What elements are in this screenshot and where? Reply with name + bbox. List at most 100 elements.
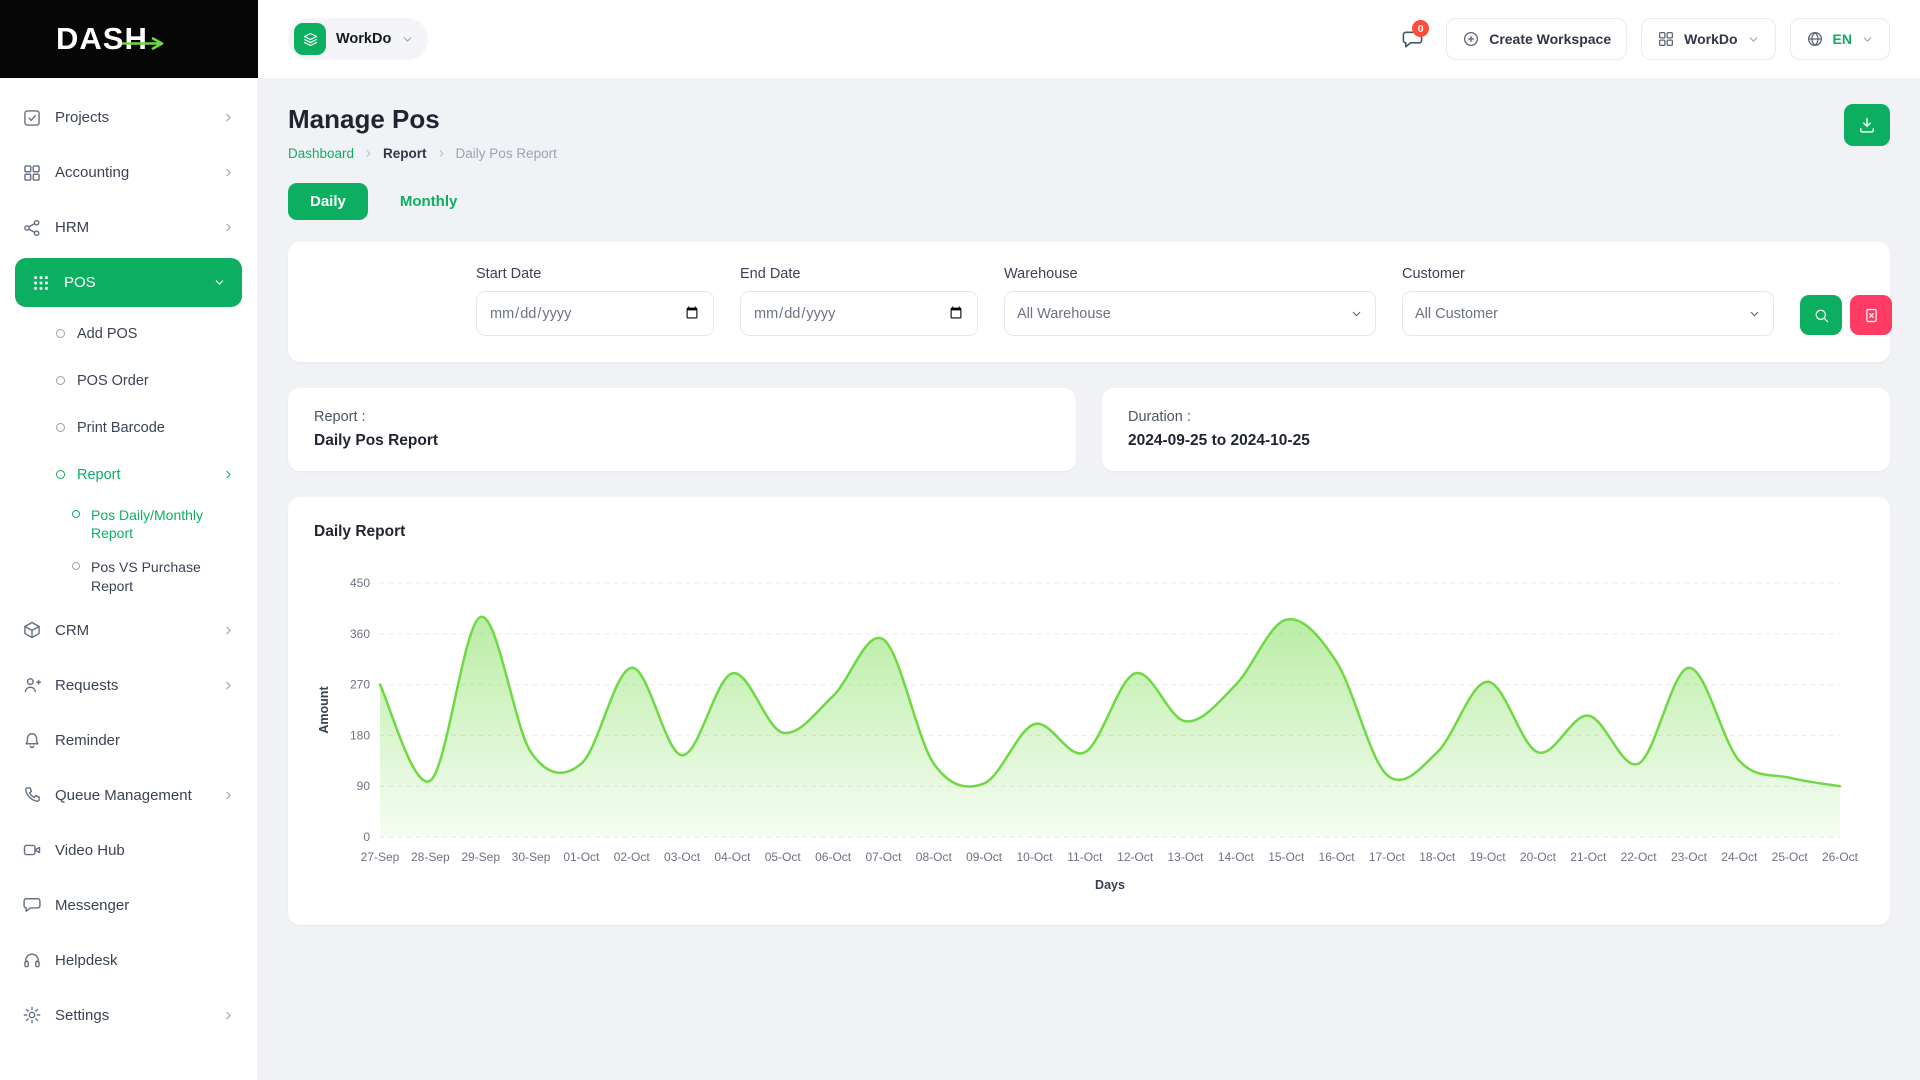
svg-text:17-Oct: 17-Oct <box>1369 850 1406 864</box>
svg-text:09-Oct: 09-Oct <box>966 850 1003 864</box>
svg-text:11-Oct: 11-Oct <box>1067 850 1103 864</box>
customer-select[interactable]: All Customer <box>1402 291 1774 336</box>
end-date-input[interactable] <box>740 291 978 336</box>
chevron-right-icon <box>222 166 235 179</box>
report-summary-card: Report : Daily Pos Report <box>288 388 1076 471</box>
create-workspace-label: Create Workspace <box>1489 31 1611 47</box>
logo-area[interactable]: DASH <box>0 0 258 78</box>
sidebar-item-label: Settings <box>55 1007 109 1024</box>
account-menu-label: WorkDo <box>1684 31 1737 47</box>
svg-text:27-Sep: 27-Sep <box>361 850 400 864</box>
check-square-icon <box>22 108 42 128</box>
share-nodes-icon <box>22 218 42 238</box>
sidebar-subitem-print-barcode[interactable]: Print Barcode <box>0 404 257 451</box>
create-workspace-button[interactable]: Create Workspace <box>1446 18 1627 60</box>
reset-filter-button[interactable] <box>1850 295 1892 335</box>
tab-monthly[interactable]: Monthly <box>378 183 480 220</box>
daily-report-chart: 09018027036045027-Sep28-Sep29-Sep30-Sep0… <box>314 567 1870 899</box>
logo-arrow-icon <box>122 37 168 50</box>
messages-button[interactable]: 0 <box>1392 19 1432 59</box>
sidebar-subitem-pos-order[interactable]: POS Order <box>0 357 257 404</box>
sidebar-subsubitem-pos-daily-monthly-report[interactable]: Pos Daily/Monthly Report <box>0 498 257 550</box>
sidebar-item-queue-management[interactable]: Queue Management <box>0 768 257 823</box>
workspace-switcher[interactable]: WorkDo <box>288 18 428 60</box>
svg-text:21-Oct: 21-Oct <box>1570 850 1607 864</box>
sidebar-item-accounting[interactable]: Accounting <box>0 145 257 200</box>
sidebar-item-crm[interactable]: CRM <box>0 603 257 658</box>
start-date-input[interactable] <box>476 291 714 336</box>
svg-text:28-Sep: 28-Sep <box>411 850 450 864</box>
bullet-circle-icon <box>72 510 80 518</box>
breadcrumb-dashboard[interactable]: Dashboard <box>288 146 354 161</box>
messages-badge: 0 <box>1412 20 1429 37</box>
page-header: Manage Pos Dashboard Report Daily Pos Re… <box>288 104 1890 161</box>
svg-text:Amount: Amount <box>317 686 331 734</box>
svg-text:22-Oct: 22-Oct <box>1621 850 1658 864</box>
workspace-name: WorkDo <box>336 31 391 47</box>
phone-icon <box>22 785 42 805</box>
sidebar-item-label: POS <box>64 274 96 291</box>
globe-icon <box>1806 30 1824 48</box>
breadcrumb: Dashboard Report Daily Pos Report <box>288 146 557 161</box>
chart-area: 09018027036045027-Sep28-Sep29-Sep30-Sep0… <box>314 567 1864 899</box>
svg-text:06-Oct: 06-Oct <box>815 850 852 864</box>
download-report-button[interactable] <box>1844 104 1890 146</box>
sidebar-item-settings[interactable]: Settings <box>0 988 257 1043</box>
svg-text:270: 270 <box>350 678 370 692</box>
svg-text:08-Oct: 08-Oct <box>916 850 953 864</box>
apply-filter-button[interactable] <box>1800 295 1842 335</box>
sidebar-subsubitem-pos-vs-purchase-report[interactable]: Pos VS Purchase Report <box>0 550 257 602</box>
sidebar-subitem-report[interactable]: Report <box>0 451 257 498</box>
svg-text:360: 360 <box>350 627 370 641</box>
subitem-label: Report <box>77 467 121 483</box>
breadcrumb-report[interactable]: Report <box>383 146 427 161</box>
sidebar-item-label: HRM <box>55 219 89 236</box>
sidebar-item-label: Messenger <box>55 897 129 914</box>
chevron-down-icon <box>1747 33 1760 46</box>
cube-icon <box>22 620 42 640</box>
sidebar-item-projects[interactable]: Projects <box>0 90 257 145</box>
warehouse-label: Warehouse <box>1004 266 1376 282</box>
user-plus-icon <box>22 675 42 695</box>
video-camera-icon <box>22 840 42 860</box>
sidebar-item-messenger[interactable]: Messenger <box>0 878 257 933</box>
app-root: DASH WorkDo 0 <box>0 0 1920 1080</box>
summary-row: Report : Daily Pos Report Duration : 202… <box>288 388 1890 471</box>
language-code: EN <box>1833 31 1852 47</box>
subsubitem-label: Pos VS Purchase Report <box>91 558 215 594</box>
sidebar-item-pos[interactable]: POS <box>15 258 242 307</box>
svg-text:07-Oct: 07-Oct <box>865 850 902 864</box>
tab-daily[interactable]: Daily <box>288 183 368 220</box>
account-menu-button[interactable]: WorkDo <box>1641 18 1775 60</box>
chevron-down-icon <box>401 33 414 46</box>
sidebar-subitem-add-pos[interactable]: Add POS <box>0 310 257 357</box>
svg-text:02-Oct: 02-Oct <box>614 850 651 864</box>
warehouse-select[interactable]: All Warehouse <box>1004 291 1376 336</box>
language-selector[interactable]: EN <box>1790 18 1890 60</box>
svg-text:03-Oct: 03-Oct <box>664 850 701 864</box>
chat-icon <box>22 895 42 915</box>
sidebar-item-label: Helpdesk <box>55 952 118 969</box>
sidebar-item-helpdesk[interactable]: Helpdesk <box>0 933 257 988</box>
customer-field-group: Customer All Customer <box>1402 266 1774 336</box>
sidebar-item-requests[interactable]: Requests <box>0 658 257 713</box>
sidebar-item-label: Video Hub <box>55 842 125 859</box>
svg-text:26-Oct: 26-Oct <box>1822 850 1859 864</box>
sidebar-item-reminder[interactable]: Reminder <box>0 713 257 768</box>
daily-report-card: Daily Report 09018027036045027-Sep28-Sep… <box>288 497 1890 925</box>
sidebar-item-video-hub[interactable]: Video Hub <box>0 823 257 878</box>
report-period-tabs: Daily Monthly <box>288 183 1890 220</box>
sidebar-item-hrm[interactable]: HRM <box>0 200 257 255</box>
reset-icon <box>1863 307 1880 324</box>
end-date-field-group: End Date <box>740 266 978 336</box>
customer-label: Customer <box>1402 266 1774 282</box>
chevron-right-icon <box>222 679 235 692</box>
breadcrumb-current: Daily Pos Report <box>456 146 557 161</box>
chevron-right-icon <box>222 221 235 234</box>
svg-text:30-Sep: 30-Sep <box>512 850 551 864</box>
bullet-circle-icon <box>72 562 80 570</box>
grid-dots-icon <box>31 273 51 293</box>
workspace-avatar <box>294 23 326 55</box>
warehouse-field-group: Warehouse All Warehouse <box>1004 266 1376 336</box>
svg-text:180: 180 <box>350 728 370 742</box>
